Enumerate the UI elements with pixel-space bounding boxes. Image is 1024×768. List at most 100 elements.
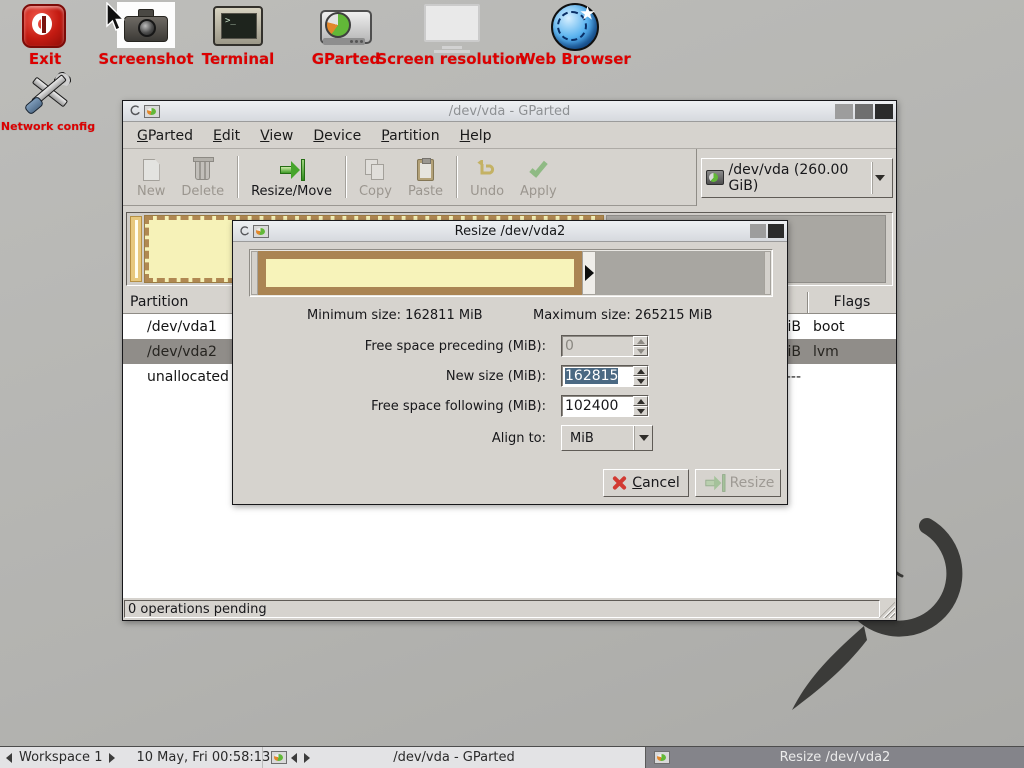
slider-right-end xyxy=(764,251,771,295)
minimize-button[interactable] xyxy=(835,104,853,119)
resize-move-button[interactable]: Resize/Move xyxy=(243,152,340,202)
free-space-preceding-value: 0 xyxy=(565,338,574,354)
clock: 10 May, Fri 00:58:13 xyxy=(136,750,270,765)
flags-column-header[interactable]: Flags xyxy=(807,291,897,313)
taskbar: Workspace 1 10 May, Fri 00:58:13 /dev/vd… xyxy=(0,746,1024,768)
apply-icon xyxy=(534,157,543,183)
status-text: 0 operations pending xyxy=(124,600,880,618)
dialog-title: Resize /dev/vda2 xyxy=(233,224,787,239)
copy-icon xyxy=(365,157,385,183)
task1-label: /dev/vda - GParted xyxy=(263,750,645,765)
menu-view[interactable]: View xyxy=(250,125,303,147)
toolbar-separator xyxy=(456,156,457,198)
spin-down-button[interactable] xyxy=(633,376,648,386)
terminal-icon[interactable]: >_ xyxy=(213,6,263,46)
arrow-right-icon xyxy=(585,265,594,281)
gparted-desktop-icon[interactable] xyxy=(320,10,372,48)
slider-right-handle[interactable] xyxy=(582,251,596,295)
drive-icon xyxy=(706,170,724,185)
main-titlebar[interactable]: /dev/vda - GParted xyxy=(123,101,896,122)
copy-button[interactable]: Copy xyxy=(351,152,400,202)
screen-resolution-label[interactable]: Screen resolution xyxy=(376,50,526,68)
terminal-label[interactable]: Terminal xyxy=(183,50,293,68)
chevron-down-icon xyxy=(875,175,885,181)
minimum-size-label: Minimum size: 162811 MiB xyxy=(307,308,483,323)
mouse-cursor xyxy=(104,2,128,34)
menubar: GParted Edit View Device Partition Help xyxy=(123,123,896,149)
resize-grip[interactable] xyxy=(879,602,895,618)
cancel-button[interactable]: Cancel xyxy=(603,469,689,497)
paste-label: Paste xyxy=(408,184,443,199)
new-button[interactable]: New xyxy=(129,152,173,202)
slider-partition-block[interactable] xyxy=(258,251,582,295)
spin-up-button[interactable] xyxy=(633,396,648,406)
menu-edit[interactable]: Edit xyxy=(203,125,250,147)
menu-gparted[interactable]: GParted xyxy=(127,125,203,147)
delete-button[interactable]: Delete xyxy=(173,152,232,202)
menu-help[interactable]: Help xyxy=(450,125,502,147)
device-combo[interactable]: /dev/vda (260.00 GiB) xyxy=(701,158,893,198)
new-label: New xyxy=(137,184,165,199)
window-title: /dev/vda - GParted xyxy=(123,104,896,119)
undo-button[interactable]: Undo xyxy=(462,152,512,202)
close-button[interactable] xyxy=(875,104,893,119)
align-to-value: MiB xyxy=(562,431,634,446)
gparted-task-icon xyxy=(654,751,670,764)
screen-resolution-icon[interactable] xyxy=(424,4,480,42)
task2-label: Resize /dev/vda2 xyxy=(646,750,1024,765)
partition-name: unallocated xyxy=(123,369,229,385)
free-space-following-value[interactable]: 102400 xyxy=(565,398,618,414)
undo-label: Undo xyxy=(470,184,504,199)
free-space-following-field[interactable]: 102400 xyxy=(561,395,649,417)
resize-slider xyxy=(249,249,773,297)
resize-button[interactable]: Resize xyxy=(695,469,781,497)
web-browser-label[interactable]: Web Browser xyxy=(510,50,640,68)
free-space-following-label: Free space following (MiB): xyxy=(253,399,546,414)
resize-move-icon xyxy=(279,157,305,183)
cancel-x-icon xyxy=(612,476,627,491)
align-to-combo[interactable]: MiB xyxy=(561,425,653,451)
resize-label: Resize xyxy=(730,475,775,491)
partition-name: /dev/vda2 xyxy=(123,344,217,360)
align-combo-dropdown[interactable] xyxy=(634,426,652,450)
spin-down-button[interactable] xyxy=(633,406,648,416)
taskbar-item-gparted[interactable]: /dev/vda - GParted xyxy=(262,747,645,768)
partition-name: /dev/vda1 xyxy=(123,319,217,335)
exit-label[interactable]: Exit xyxy=(5,50,85,68)
maximize-button[interactable] xyxy=(855,104,873,119)
device-combo-dropdown[interactable] xyxy=(872,162,888,194)
paste-button[interactable]: Paste xyxy=(400,152,451,202)
workspace-prev-icon[interactable] xyxy=(6,753,12,763)
spin-up-button[interactable] xyxy=(633,366,648,376)
new-size-value[interactable]: 162815 xyxy=(565,368,618,384)
taskbar-item-resize-dialog-active[interactable]: Resize /dev/vda2 xyxy=(645,747,1024,768)
copy-label: Copy xyxy=(359,184,392,199)
partition-column-header[interactable]: Partition xyxy=(123,291,195,313)
workspace-next-icon[interactable] xyxy=(109,753,115,763)
flags-value: lvm xyxy=(813,344,839,360)
dialog-close-button[interactable] xyxy=(768,224,784,238)
dialog-titlebar[interactable]: Resize /dev/vda2 xyxy=(233,221,787,242)
menu-partition[interactable]: Partition xyxy=(371,125,449,147)
apply-button[interactable]: Apply xyxy=(512,152,565,202)
device-combo-area: /dev/vda (260.00 GiB) xyxy=(696,149,896,206)
network-config-icon[interactable] xyxy=(24,70,74,116)
new-size-label: New size (MiB): xyxy=(253,369,546,384)
slider-left-handle[interactable] xyxy=(251,251,258,295)
statusbar: 0 operations pending xyxy=(123,598,896,620)
new-size-field[interactable]: 162815 xyxy=(561,365,649,387)
dialog-shade-button[interactable] xyxy=(750,224,766,238)
workspace-label[interactable]: Workspace 1 xyxy=(19,750,102,765)
resize-arrow-icon xyxy=(704,473,725,492)
toolbar-separator xyxy=(345,156,346,198)
resize-move-label: Resize/Move xyxy=(251,184,332,199)
slider-free-space[interactable] xyxy=(596,251,764,295)
network-config-label[interactable]: Network config xyxy=(0,120,96,133)
apply-label: Apply xyxy=(520,184,557,199)
cancel-label: Cancel xyxy=(632,475,679,491)
visual-partition-vda1[interactable] xyxy=(130,216,142,282)
exit-icon[interactable] xyxy=(22,4,66,48)
web-browser-icon[interactable] xyxy=(551,3,599,51)
desktop: Exit Screenshot >_ Terminal GParted Scre… xyxy=(0,0,1024,768)
menu-device[interactable]: Device xyxy=(303,125,371,147)
